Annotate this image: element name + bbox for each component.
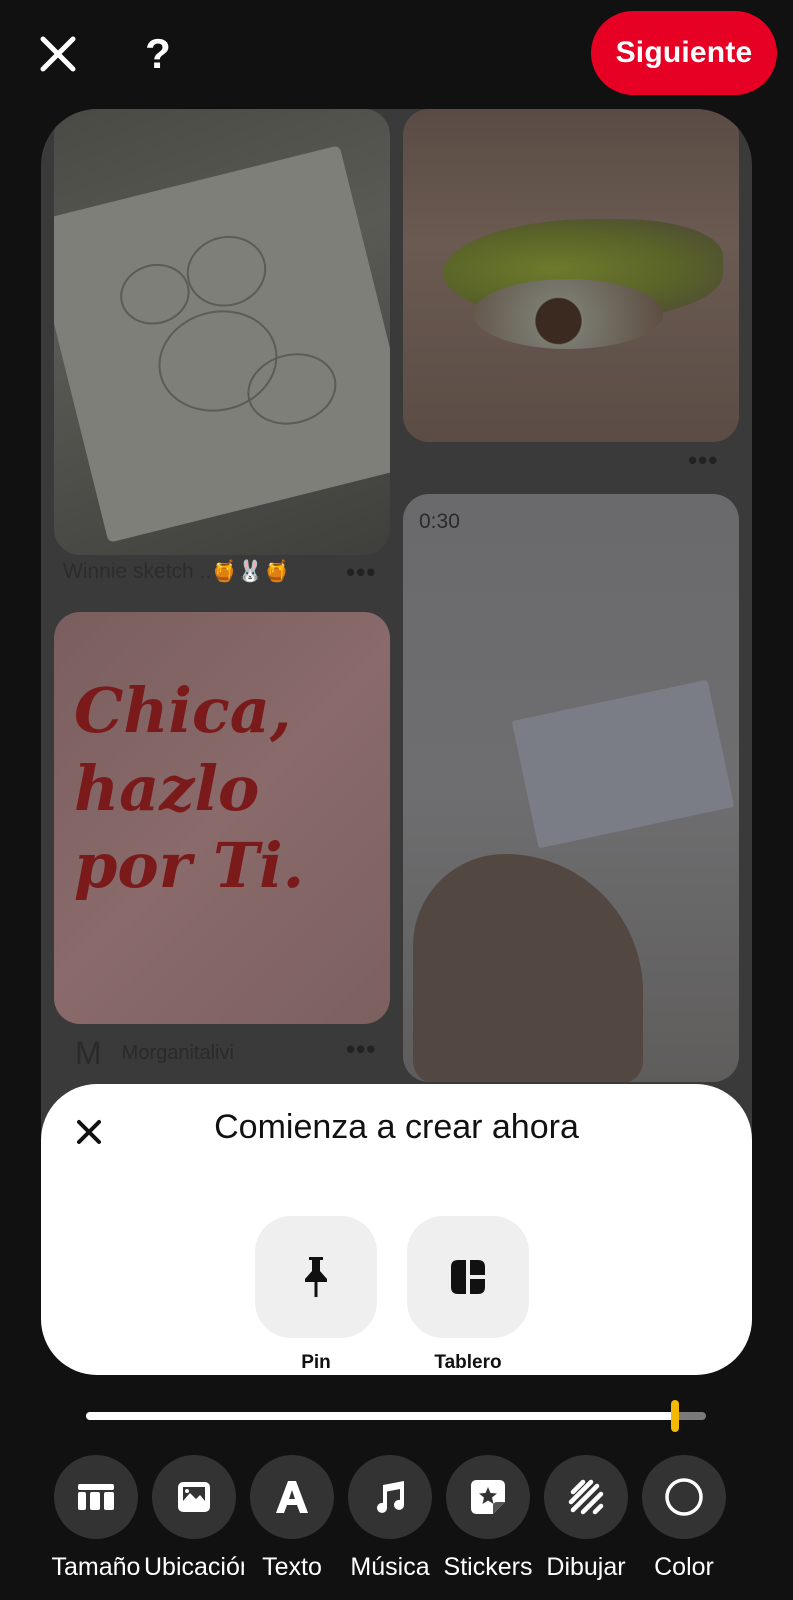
pin-image-lettering: Chica, hazlo por Ti.: [54, 612, 390, 1024]
hand-shape: [413, 854, 643, 1082]
tool-stickers-button[interactable]: [446, 1455, 530, 1539]
tool-stickers[interactable]: Stickers: [444, 1455, 532, 1582]
tool-music-label: Música: [350, 1553, 430, 1581]
slider-fill: [86, 1412, 675, 1420]
board-option-label: Tablero: [434, 1352, 502, 1373]
next-button[interactable]: Siguiente: [591, 11, 777, 95]
tool-placement-label: Ubicación: [144, 1553, 244, 1581]
question-mark-glyph: ?: [145, 30, 171, 77]
tool-size-label: Tamaño: [51, 1553, 141, 1581]
tool-stickers-label: Stickers: [443, 1553, 533, 1581]
tool-text[interactable]: Texto: [250, 1455, 334, 1582]
pin-image-sketch: [54, 109, 390, 555]
text-A-icon: [276, 1481, 308, 1513]
tool-music[interactable]: Música: [348, 1455, 432, 1582]
sheet-title: Comienza a crear ahora: [214, 1108, 579, 1146]
tool-draw-button[interactable]: [544, 1455, 628, 1539]
top-bar: ? Siguiente: [0, 0, 793, 106]
board-option-tile[interactable]: [407, 1216, 529, 1338]
tool-draw[interactable]: Dibujar: [544, 1455, 628, 1582]
tool-music-button[interactable]: [348, 1455, 432, 1539]
lettering-artwork: Chica, hazlo por Ti.: [74, 674, 305, 902]
author-name: Morganitalivi: [121, 1042, 234, 1064]
sketch-paper: [54, 145, 390, 543]
doodle: [179, 227, 274, 315]
help-icon[interactable]: ?: [130, 26, 186, 82]
editing-toolbar: Tamaño Ubicación Texto Música Stickers D…: [52, 1455, 754, 1595]
close-icon[interactable]: [30, 26, 86, 82]
tool-size-button[interactable]: [54, 1455, 138, 1539]
more-options-icon: •••: [346, 557, 377, 587]
video-duration: 0:30: [419, 510, 460, 533]
slider-handle[interactable]: [671, 1400, 679, 1432]
tool-color[interactable]: Color: [642, 1455, 726, 1582]
timeline-slider[interactable]: [86, 1400, 706, 1432]
tool-placement[interactable]: Ubicación: [144, 1455, 244, 1582]
pin-video-card: 0:30: [403, 494, 739, 1082]
pin-caption: Winnie sketch ..🍯🐰🍯: [63, 554, 393, 590]
pin-option-tile[interactable]: [255, 1216, 377, 1338]
tool-text-label: Texto: [262, 1553, 322, 1581]
circle-icon: [665, 1478, 703, 1516]
create-sheet: Comienza a crear ahora Pin Tablero: [41, 1084, 752, 1375]
eye-shape: [473, 279, 663, 349]
pin-caption-text: Winnie sketch ..🍯🐰🍯: [63, 560, 290, 583]
pin-option-label: Pin: [301, 1352, 331, 1373]
board-layout-icon: [451, 1260, 485, 1294]
tool-size[interactable]: Tamaño: [52, 1455, 140, 1582]
image-placement-icon: [178, 1482, 210, 1512]
scribble-icon: [568, 1479, 604, 1515]
tool-draw-label: Dibujar: [546, 1553, 626, 1581]
tool-placement-button[interactable]: [152, 1455, 236, 1539]
avatar: M: [75, 1035, 102, 1071]
tool-color-button[interactable]: [642, 1455, 726, 1539]
resize-icon: [78, 1484, 114, 1510]
pushpin-icon: [305, 1257, 327, 1297]
create-board-button[interactable]: Tablero: [407, 1216, 529, 1374]
tool-text-button[interactable]: [250, 1455, 334, 1539]
pin-author: M Morganitalivi: [75, 1035, 234, 1072]
card-in-hand: [511, 679, 735, 849]
more-options-icon: •••: [688, 445, 719, 475]
create-pin-button[interactable]: Pin: [255, 1216, 377, 1374]
music-note-icon: [377, 1481, 404, 1513]
tool-color-label: Color: [654, 1553, 714, 1581]
sticker-star-icon: [471, 1480, 505, 1514]
more-options-icon: •••: [346, 1034, 377, 1064]
pin-image-eye-makeup: [403, 109, 739, 442]
